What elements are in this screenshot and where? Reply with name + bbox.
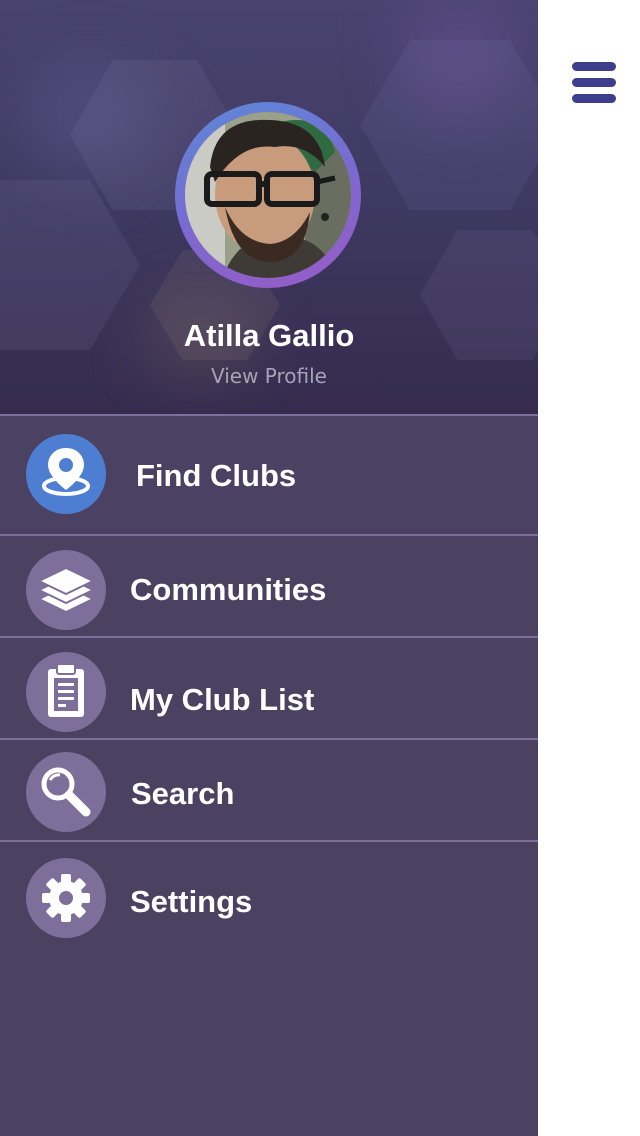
magnifier-icon	[26, 752, 106, 832]
menu-item-label: Settings	[130, 884, 253, 919]
layers-icon	[26, 550, 106, 630]
user-name: Atilla Gallio	[183, 318, 355, 353]
menu-item-find-clubs[interactable]: Find Clubs	[0, 414, 538, 536]
view-profile-link[interactable]: View Profile	[0, 364, 538, 388]
hamburger-menu-icon[interactable]	[572, 62, 616, 104]
menu-item-settings[interactable]: Settings	[0, 840, 538, 950]
navigation-drawer: Atilla Gallio View Profile Find Clubs Co…	[0, 0, 538, 1136]
hamburger-line	[572, 62, 616, 71]
background-hexagon	[360, 40, 538, 210]
gear-icon	[26, 858, 106, 938]
menu-item-communities[interactable]: Communities	[0, 534, 538, 638]
location-pin-icon	[26, 434, 106, 514]
menu-item-label: My Club List	[130, 682, 315, 717]
menu-item-label: Search	[131, 776, 235, 811]
menu-item-label: Find Clubs	[136, 458, 297, 493]
hamburger-line	[572, 94, 616, 103]
menu-item-my-club-list[interactable]: My Club List	[0, 636, 538, 740]
menu-item-search[interactable]: Search	[0, 738, 538, 842]
avatar-photo	[185, 112, 351, 278]
avatar-ring[interactable]	[175, 102, 361, 288]
avatar[interactable]	[185, 112, 351, 278]
menu-item-label: Communities	[130, 572, 327, 607]
clipboard-icon	[26, 652, 106, 732]
hamburger-line	[572, 78, 616, 87]
profile-header: Atilla Gallio View Profile	[0, 0, 538, 414]
